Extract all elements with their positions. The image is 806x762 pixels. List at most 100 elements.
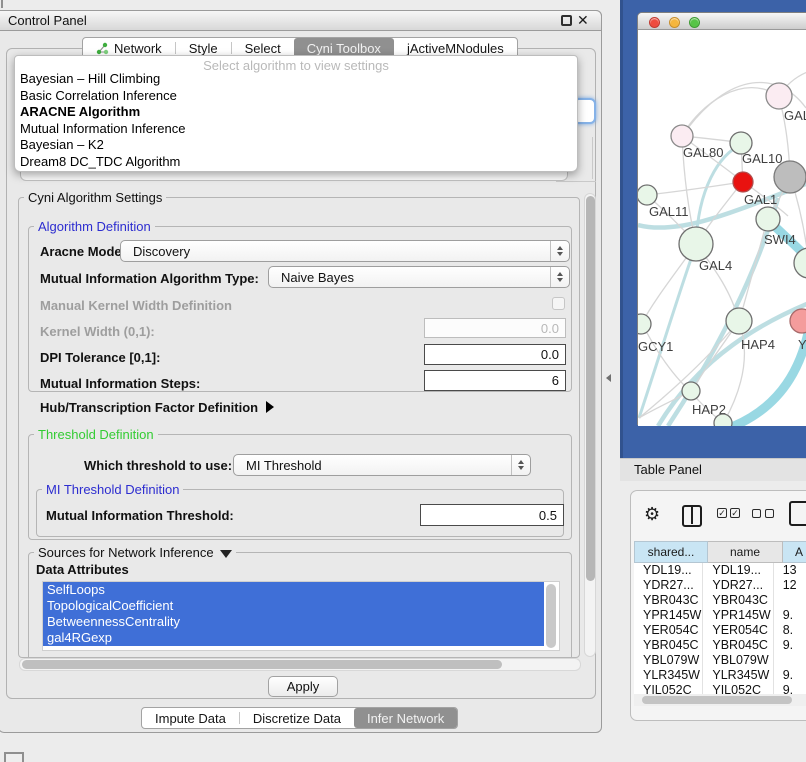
table-cell[interactable]: YPR145W [634,608,703,623]
table-cell[interactable]: YBR045C [703,638,773,653]
table-row[interactable]: YER054CYER054C8. [634,623,806,638]
network-node[interactable] [638,185,657,205]
apply-button[interactable]: Apply [268,676,338,697]
hub-definition-expander[interactable]: Hub/Transcription Factor Definition [40,400,274,415]
network-node[interactable] [794,248,806,278]
close-traffic-light-icon[interactable] [649,17,660,28]
network-node[interactable] [714,414,732,426]
table-row[interactable]: YPR145WYPR145W9. [634,608,806,623]
network-node[interactable] [774,161,806,193]
table-row[interactable]: YDR27...YDR27...12 [634,578,806,593]
network-window[interactable]: GALGAL80GAL10GAL1GAL11SWI4GAL4HAP4YGCY1H… [637,12,806,425]
new-table-icon[interactable] [789,501,806,526]
table-cell[interactable]: YLR345W [703,668,773,683]
table-cell[interactable]: YDR27... [634,578,703,593]
zoom-traffic-light-icon[interactable] [689,17,700,28]
table-row[interactable]: YBL079WYBL079W [634,653,806,668]
algorithm-option[interactable]: Mutual Information Inference [15,121,577,138]
table-cell[interactable]: YBR043C [703,593,773,608]
sources-expander[interactable]: Sources for Network Inference [34,545,236,560]
table-cell[interactable]: 9. [774,638,806,653]
aracne-mode-select[interactable]: Discovery [120,240,570,262]
table-cell[interactable] [774,653,806,668]
table-row[interactable]: YBR045CYBR045C9. [634,638,806,653]
table-row[interactable]: YLR345WYLR345W9. [634,668,806,683]
network-node[interactable] [682,382,700,400]
network-node[interactable] [756,207,780,231]
column-header-shared-name[interactable]: shared... [634,541,708,563]
table-row[interactable]: YBR043CYBR043C [634,593,806,608]
attribute-item[interactable]: TopologicalCoefficient [43,598,544,614]
minimize-traffic-light-icon[interactable] [669,17,680,28]
network-node[interactable] [733,172,753,192]
unchecked-box-icon[interactable] [765,509,774,518]
network-node[interactable] [766,83,792,109]
tab-impute-data[interactable]: Impute Data [142,708,239,728]
network-node[interactable] [726,308,752,334]
algorithm-option[interactable]: Bayesian – K2 [15,137,577,154]
table-cell[interactable]: 9. [774,608,806,623]
table-cell[interactable]: YBL079W [634,653,703,668]
tab-infer-network[interactable]: Infer Network [354,708,457,728]
column-header-clipped[interactable]: A [783,541,806,563]
table-cell[interactable]: YPR145W [703,608,773,623]
attribute-item[interactable]: SelfLoops [43,582,544,598]
table-cell[interactable]: 12 [774,578,806,593]
mi-threshold-field[interactable] [420,504,564,526]
table-cell[interactable]: YIL052C [703,683,773,694]
table-cell[interactable]: 8. [774,623,806,638]
table-cell[interactable]: YDL19... [703,563,773,578]
mi-algorithm-type-label: Mutual Information Algorithm Type: [40,271,259,286]
kernel-width-field[interactable] [424,318,566,338]
table-cell[interactable]: 9. [774,668,806,683]
table-horizontal-scrollbar-thumb[interactable] [642,696,792,704]
panel-divider-arrow-icon[interactable] [606,374,611,382]
table-cell[interactable]: YDL19... [634,563,703,578]
settings-gear-icon[interactable]: ⚙ [644,504,660,525]
data-attributes-list[interactable]: SelfLoopsTopologicalCoefficientBetweenne… [42,581,560,651]
algorithm-option[interactable]: Dream8 DC_TDC Algorithm [15,154,577,171]
network-node-label: GAL4 [699,258,732,273]
network-window-titlebar[interactable] [638,13,806,30]
control-panel-titlebar[interactable] [0,10,602,31]
table-cell[interactable]: YIL052C [634,683,703,694]
column-layout-icon[interactable] [682,505,702,527]
mi-algorithm-type-select[interactable]: Naive Bayes [268,266,570,288]
mi-steps-field[interactable] [424,370,566,391]
which-threshold-select[interactable]: MI Threshold [233,454,531,476]
table-cell[interactable]: YBL079W [703,653,773,668]
table-cell[interactable]: YBR045C [634,638,703,653]
table-cell[interactable]: YDR27... [703,578,773,593]
network-node[interactable] [671,125,693,147]
checked-box-icon[interactable]: ✓ [717,508,727,518]
table-cell[interactable]: YER054C [634,623,703,638]
algorithm-option[interactable]: Basic Correlation Inference [15,88,577,105]
list-scrollbar[interactable] [546,584,556,648]
close-icon[interactable]: ✕ [577,12,589,29]
column-header-name[interactable]: name [708,541,783,563]
network-canvas[interactable]: GALGAL80GAL10GAL1GAL11SWI4GAL4HAP4YGCY1H… [638,30,806,426]
table-row[interactable]: YDL19...YDL19...13 [634,563,806,578]
float-window-icon[interactable] [561,15,572,26]
unchecked-box-icon[interactable] [752,509,761,518]
settings-vertical-scrollbar-thumb[interactable] [586,196,595,581]
algorithm-option[interactable]: Bayesian – Hill Climbing [15,71,577,88]
table-cell[interactable] [774,593,806,608]
table-cell[interactable]: YBR043C [634,593,703,608]
table-cell[interactable]: YLR345W [634,668,703,683]
network-node[interactable] [638,314,651,334]
attribute-item[interactable]: BetweennessCentrality [43,614,544,630]
table-cell[interactable]: 9. [774,683,806,694]
manual-kernel-width-checkbox[interactable] [552,297,565,310]
tab-discretize-data[interactable]: Discretize Data [240,708,354,728]
panel-grip-icon[interactable] [4,752,24,762]
checked-box-icon[interactable]: ✓ [730,508,740,518]
table-cell[interactable]: YER054C [703,623,773,638]
dpi-tolerance-field[interactable] [424,344,566,365]
algorithm-option[interactable]: ARACNE Algorithm [15,104,577,121]
network-node[interactable] [679,227,713,261]
settings-horizontal-scrollbar-thumb[interactable] [22,660,502,669]
table-row[interactable]: YIL052CYIL052C9. [634,683,806,694]
attribute-item[interactable]: gal4RGexp [43,630,544,646]
table-cell[interactable]: 13 [774,563,806,578]
